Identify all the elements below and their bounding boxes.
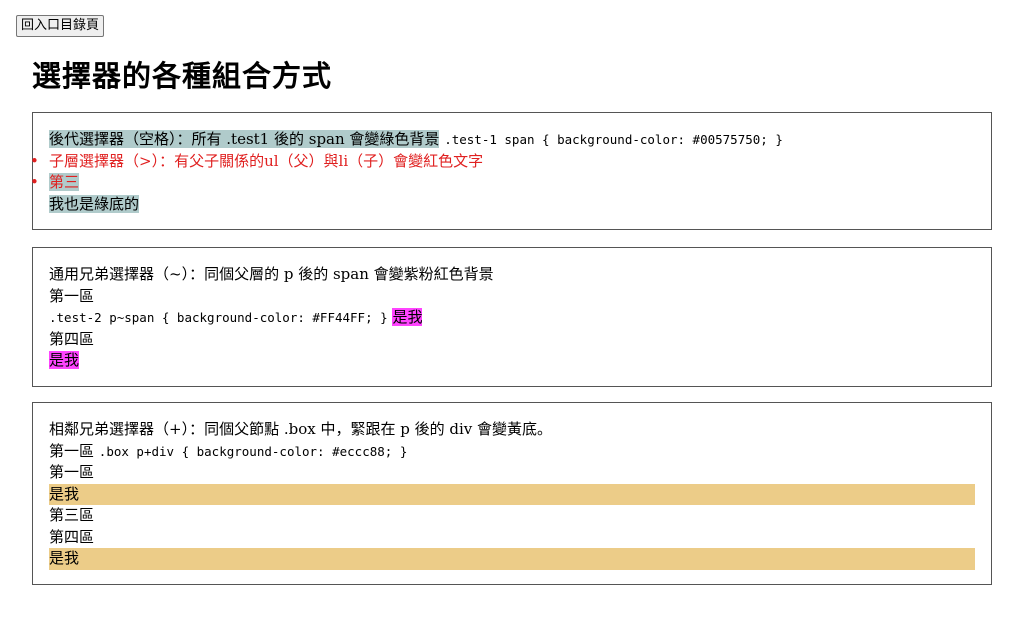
adjacent-sibling-code: .box p+div { background-color: #eccc88; … [98, 443, 408, 459]
adjacent-sibling-title: 相鄰兄弟選擇器（+）：同個父節點 .box 中，緊跟在 p 後的 div 會變黃… [49, 420, 553, 438]
adjacent-sibling-selector-box: 相鄰兄弟選擇器（+）：同個父節點 .box 中，緊跟在 p 後的 div 會變黃… [32, 402, 992, 585]
descendant-line: 後代選擇器（空格）：所有 .test1 後的 span 會變綠色背景 .test… [49, 129, 975, 151]
general-sibling-selector-box: 通用兄弟選擇器（~）：同個父層的 p 後的 span 會變紫粉紅色背景 第一區 … [32, 247, 992, 387]
paragraph-third: 第三區 [49, 506, 95, 524]
paragraph-first: 第一區 [49, 286, 95, 305]
general-sibling-code: .test-2 p~span { background-color: #FF44… [49, 310, 388, 325]
list-item: 第三 [30, 172, 975, 194]
paragraph-fourth: 第四區 [49, 527, 95, 546]
adjacent-code-line: 第一區 .box p+div { background-color: #eccc… [49, 441, 975, 463]
also-green-text: 我也是綠底的 [49, 194, 140, 213]
pink-span-2: 是我 [49, 351, 80, 369]
paragraph-fourth: 第四區 [49, 329, 95, 348]
descendant-child-selector-box: 後代選擇器（空格）：所有 .test1 後的 span 會變綠色背景 .test… [30, 112, 992, 230]
child-selector-list: 子層選擇器（>）：有父子關係的ul（父）與li（子）會變紅色文字 第三 [30, 151, 975, 194]
pink-span-2-line: 是我 [49, 350, 975, 372]
descendant-highlight-text: 後代選擇器（空格）：所有 .test1 後的 span 會變綠色背景 [49, 130, 440, 148]
pink-span-1: 是我 [392, 308, 423, 326]
list-item: 子層選擇器（>）：有父子關係的ul（父）與li（子）會變紅色文字 [30, 151, 975, 173]
paragraph-first: 第一區 [49, 463, 95, 481]
general-sibling-code-line: .test-2 p~span { background-color: #FF44… [49, 307, 975, 329]
adjacent-line-label: 第一區 [49, 441, 95, 460]
descendant-code: .test-1 span { background-color: #005757… [444, 132, 783, 147]
general-sibling-title: 通用兄弟選擇器（~）：同個父層的 p 後的 span 會變紫粉紅色背景 [49, 265, 494, 283]
child-item-third: 第三 [49, 173, 80, 191]
yellow-div-2: 是我 [49, 548, 975, 570]
yellow-div-1: 是我 [49, 483, 975, 505]
back-to-index-button[interactable]: 回入口目錄頁 [16, 15, 105, 37]
child-selector-text: 子層選擇器（>）：有父子關係的ul（父）與li（子）會變紅色文字 [49, 151, 484, 170]
page-title: 選擇器的各種組合方式 [32, 59, 333, 93]
also-green-line: 我也是綠底的 [49, 194, 975, 216]
